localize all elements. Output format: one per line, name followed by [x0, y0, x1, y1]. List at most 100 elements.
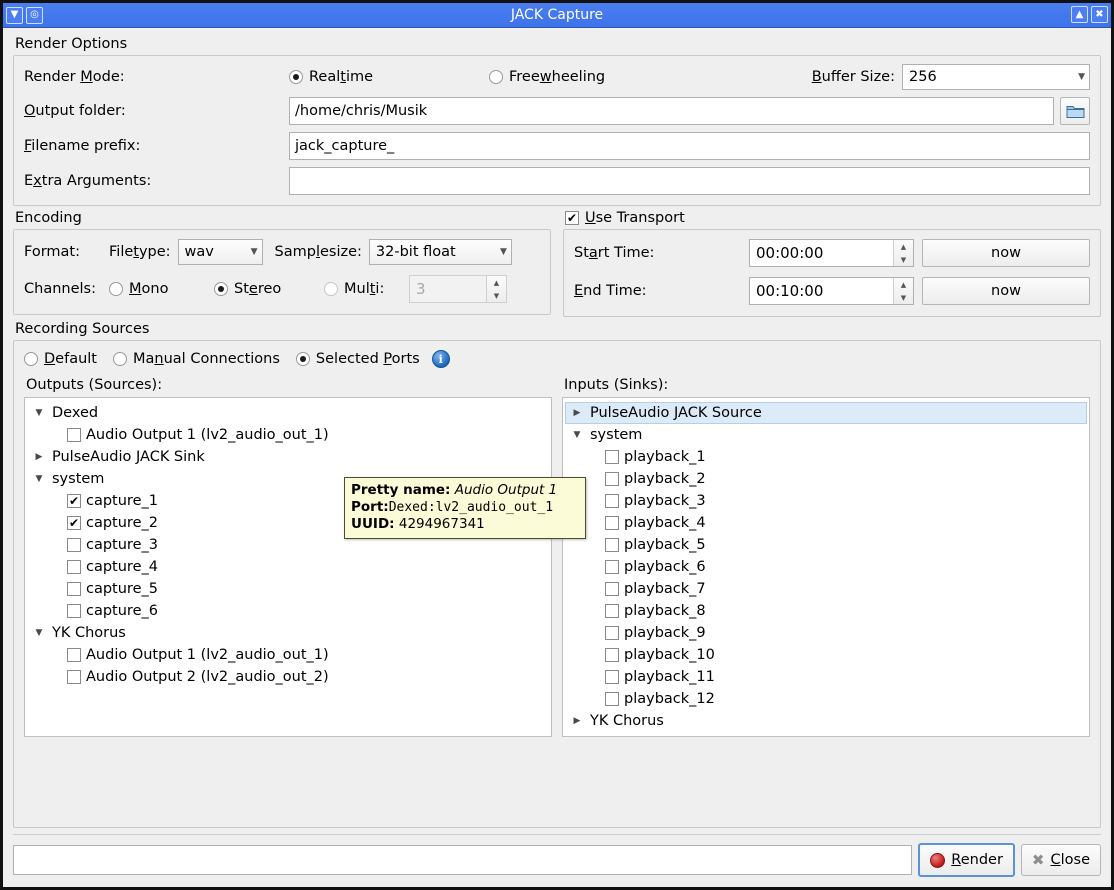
- filetype-value: wav: [184, 244, 214, 260]
- port-checkbox[interactable]: [67, 670, 81, 684]
- stepper-down-icon[interactable]: ▼: [894, 291, 913, 304]
- start-time-stepper-buttons[interactable]: ▲ ▼: [893, 240, 913, 266]
- port-checkbox[interactable]: [605, 472, 619, 486]
- output-folder-input[interactable]: /home/chris/Musik: [289, 97, 1054, 125]
- close-x-icon[interactable]: ✖: [1091, 6, 1108, 23]
- buffer-size-value: 256: [909, 69, 937, 85]
- tree-port-row[interactable]: capture_6: [27, 600, 549, 622]
- end-time-now-button[interactable]: now: [922, 277, 1090, 305]
- tree-port-row[interactable]: playback_4: [565, 512, 1087, 534]
- radio-default[interactable]: Default: [24, 351, 97, 367]
- tree-port-row[interactable]: playback_3: [565, 490, 1087, 512]
- port-checkbox[interactable]: [605, 516, 619, 530]
- port-checkbox[interactable]: [605, 538, 619, 552]
- tree-port-row[interactable]: playback_11: [565, 666, 1087, 688]
- multi-channels-stepper[interactable]: 3 ▲ ▼: [409, 275, 507, 303]
- render-button[interactable]: Render: [918, 843, 1015, 877]
- close-button[interactable]: ✖ Close: [1020, 844, 1101, 876]
- radio-realtime[interactable]: Realtime: [289, 69, 489, 85]
- tree-port-row[interactable]: capture_4: [27, 556, 549, 578]
- window-shade-circle-icon[interactable]: ◎: [26, 6, 43, 24]
- maximize-up-icon[interactable]: ▲: [1071, 6, 1088, 23]
- tree-group-label: system: [52, 471, 105, 487]
- browse-folder-button[interactable]: [1060, 97, 1090, 125]
- tree-port-row[interactable]: Audio Output 1 (lv2_audio_out_1): [27, 644, 549, 666]
- tree-port-label: playback_9: [624, 625, 706, 641]
- inputs-tree[interactable]: ▶ PulseAudio JACK Source ▼ system playback_1…: [562, 397, 1090, 737]
- filetype-combo[interactable]: wav ▼: [177, 239, 263, 265]
- port-checkbox[interactable]: [67, 428, 81, 442]
- port-checkbox[interactable]: [605, 648, 619, 662]
- tree-port-row[interactable]: playback_12: [565, 688, 1087, 710]
- status-input[interactable]: [13, 845, 913, 875]
- radio-freewheeling[interactable]: Freewheeling: [489, 69, 812, 85]
- chevron-down-icon[interactable]: ▼: [31, 474, 47, 484]
- port-checkbox[interactable]: [605, 604, 619, 618]
- tree-group-row[interactable]: ▶ PulseAudio JACK Source: [565, 402, 1087, 424]
- tree-port-row[interactable]: playback_6: [565, 556, 1087, 578]
- port-checkbox[interactable]: [67, 582, 81, 596]
- port-checkbox[interactable]: [67, 560, 81, 574]
- tree-port-row[interactable]: playback_7: [565, 578, 1087, 600]
- tree-port-row[interactable]: capture_5: [27, 578, 549, 600]
- port-checkbox[interactable]: [67, 494, 81, 508]
- start-time-now-button[interactable]: now: [922, 239, 1090, 267]
- tree-port-row[interactable]: playback_8: [565, 600, 1087, 622]
- start-time-stepper[interactable]: 00:00:00 ▲ ▼: [749, 239, 914, 267]
- radio-mono[interactable]: Mono: [109, 281, 214, 297]
- chevron-down-icon[interactable]: ▼: [569, 430, 585, 440]
- filename-prefix-input[interactable]: jack_capture_: [289, 132, 1090, 160]
- radio-stereo[interactable]: Stereo: [214, 281, 324, 297]
- stepper-up-icon[interactable]: ▲: [894, 278, 913, 291]
- channels-label: Channels:: [24, 281, 96, 297]
- port-checkbox[interactable]: [605, 582, 619, 596]
- port-checkbox[interactable]: [605, 670, 619, 684]
- tree-group-row[interactable]: ▼ YK Chorus: [27, 622, 549, 644]
- tree-port-row[interactable]: playback_9: [565, 622, 1087, 644]
- use-transport-checkbox[interactable]: Use Transport: [565, 210, 1101, 226]
- port-checkbox[interactable]: [67, 516, 81, 530]
- render-mode-row: Render Mode: Realtime Freewheeling Buffe…: [24, 64, 1090, 90]
- tree-port-row[interactable]: Audio Output 1 (lv2_audio_out_1): [27, 424, 549, 446]
- port-checkbox[interactable]: [67, 648, 81, 662]
- chevron-down-icon[interactable]: ▼: [31, 628, 47, 638]
- buffer-size-combo[interactable]: 256 ▼: [902, 64, 1090, 90]
- chevron-right-icon[interactable]: ▶: [569, 716, 585, 726]
- tree-group-row[interactable]: ▶ PulseAudio JACK Sink: [27, 446, 549, 468]
- port-checkbox[interactable]: [605, 450, 619, 464]
- end-time-stepper[interactable]: 00:10:00 ▲ ▼: [749, 277, 914, 305]
- radio-multi[interactable]: Multi:: [324, 281, 409, 297]
- end-time-stepper-buttons[interactable]: ▲ ▼: [893, 278, 913, 304]
- window-title: JACK Capture: [510, 7, 604, 23]
- chevron-down-icon[interactable]: ▼: [31, 408, 47, 418]
- tree-port-row[interactable]: playback_2: [565, 468, 1087, 490]
- multi-channels-stepper-buttons[interactable]: ▲ ▼: [486, 276, 506, 302]
- window-menu-chevron-icon[interactable]: ▼: [6, 6, 23, 24]
- tree-port-row[interactable]: playback_5: [565, 534, 1087, 556]
- stepper-down-icon[interactable]: ▼: [894, 253, 913, 266]
- chevron-right-icon[interactable]: ▶: [569, 408, 585, 418]
- tree-port-row[interactable]: playback_1: [565, 446, 1087, 468]
- tree-group-row[interactable]: ▼ system: [565, 424, 1087, 446]
- stepper-down-icon[interactable]: ▼: [487, 289, 506, 302]
- tree-group-row[interactable]: ▼ Dexed: [27, 402, 549, 424]
- tree-group-row[interactable]: ▶ YK Chorus: [565, 710, 1087, 732]
- outputs-tree[interactable]: ▼ Dexed Audio Output 1 (lv2_audio_out_1) ▶ P…: [24, 397, 552, 737]
- samplesize-combo[interactable]: 32-bit float ▼: [368, 239, 512, 265]
- encoding-box: Format: Filetype: wav ▼ Samplesize: 32-b…: [13, 229, 551, 315]
- port-checkbox[interactable]: [605, 560, 619, 574]
- port-checkbox[interactable]: [67, 604, 81, 618]
- extra-arguments-input[interactable]: [289, 167, 1090, 195]
- stepper-up-icon[interactable]: ▲: [487, 276, 506, 289]
- port-checkbox[interactable]: [605, 494, 619, 508]
- radio-manual-connections[interactable]: Manual Connections: [113, 351, 280, 367]
- stepper-up-icon[interactable]: ▲: [894, 240, 913, 253]
- port-checkbox[interactable]: [67, 538, 81, 552]
- port-checkbox[interactable]: [605, 692, 619, 706]
- chevron-right-icon[interactable]: ▶: [31, 452, 47, 462]
- port-checkbox[interactable]: [605, 626, 619, 640]
- info-icon[interactable]: i: [431, 350, 450, 368]
- tree-port-row[interactable]: Audio Output 2 (lv2_audio_out_2): [27, 666, 549, 688]
- tree-port-row[interactable]: playback_10: [565, 644, 1087, 666]
- radio-selected-ports[interactable]: Selected Ports: [295, 351, 420, 367]
